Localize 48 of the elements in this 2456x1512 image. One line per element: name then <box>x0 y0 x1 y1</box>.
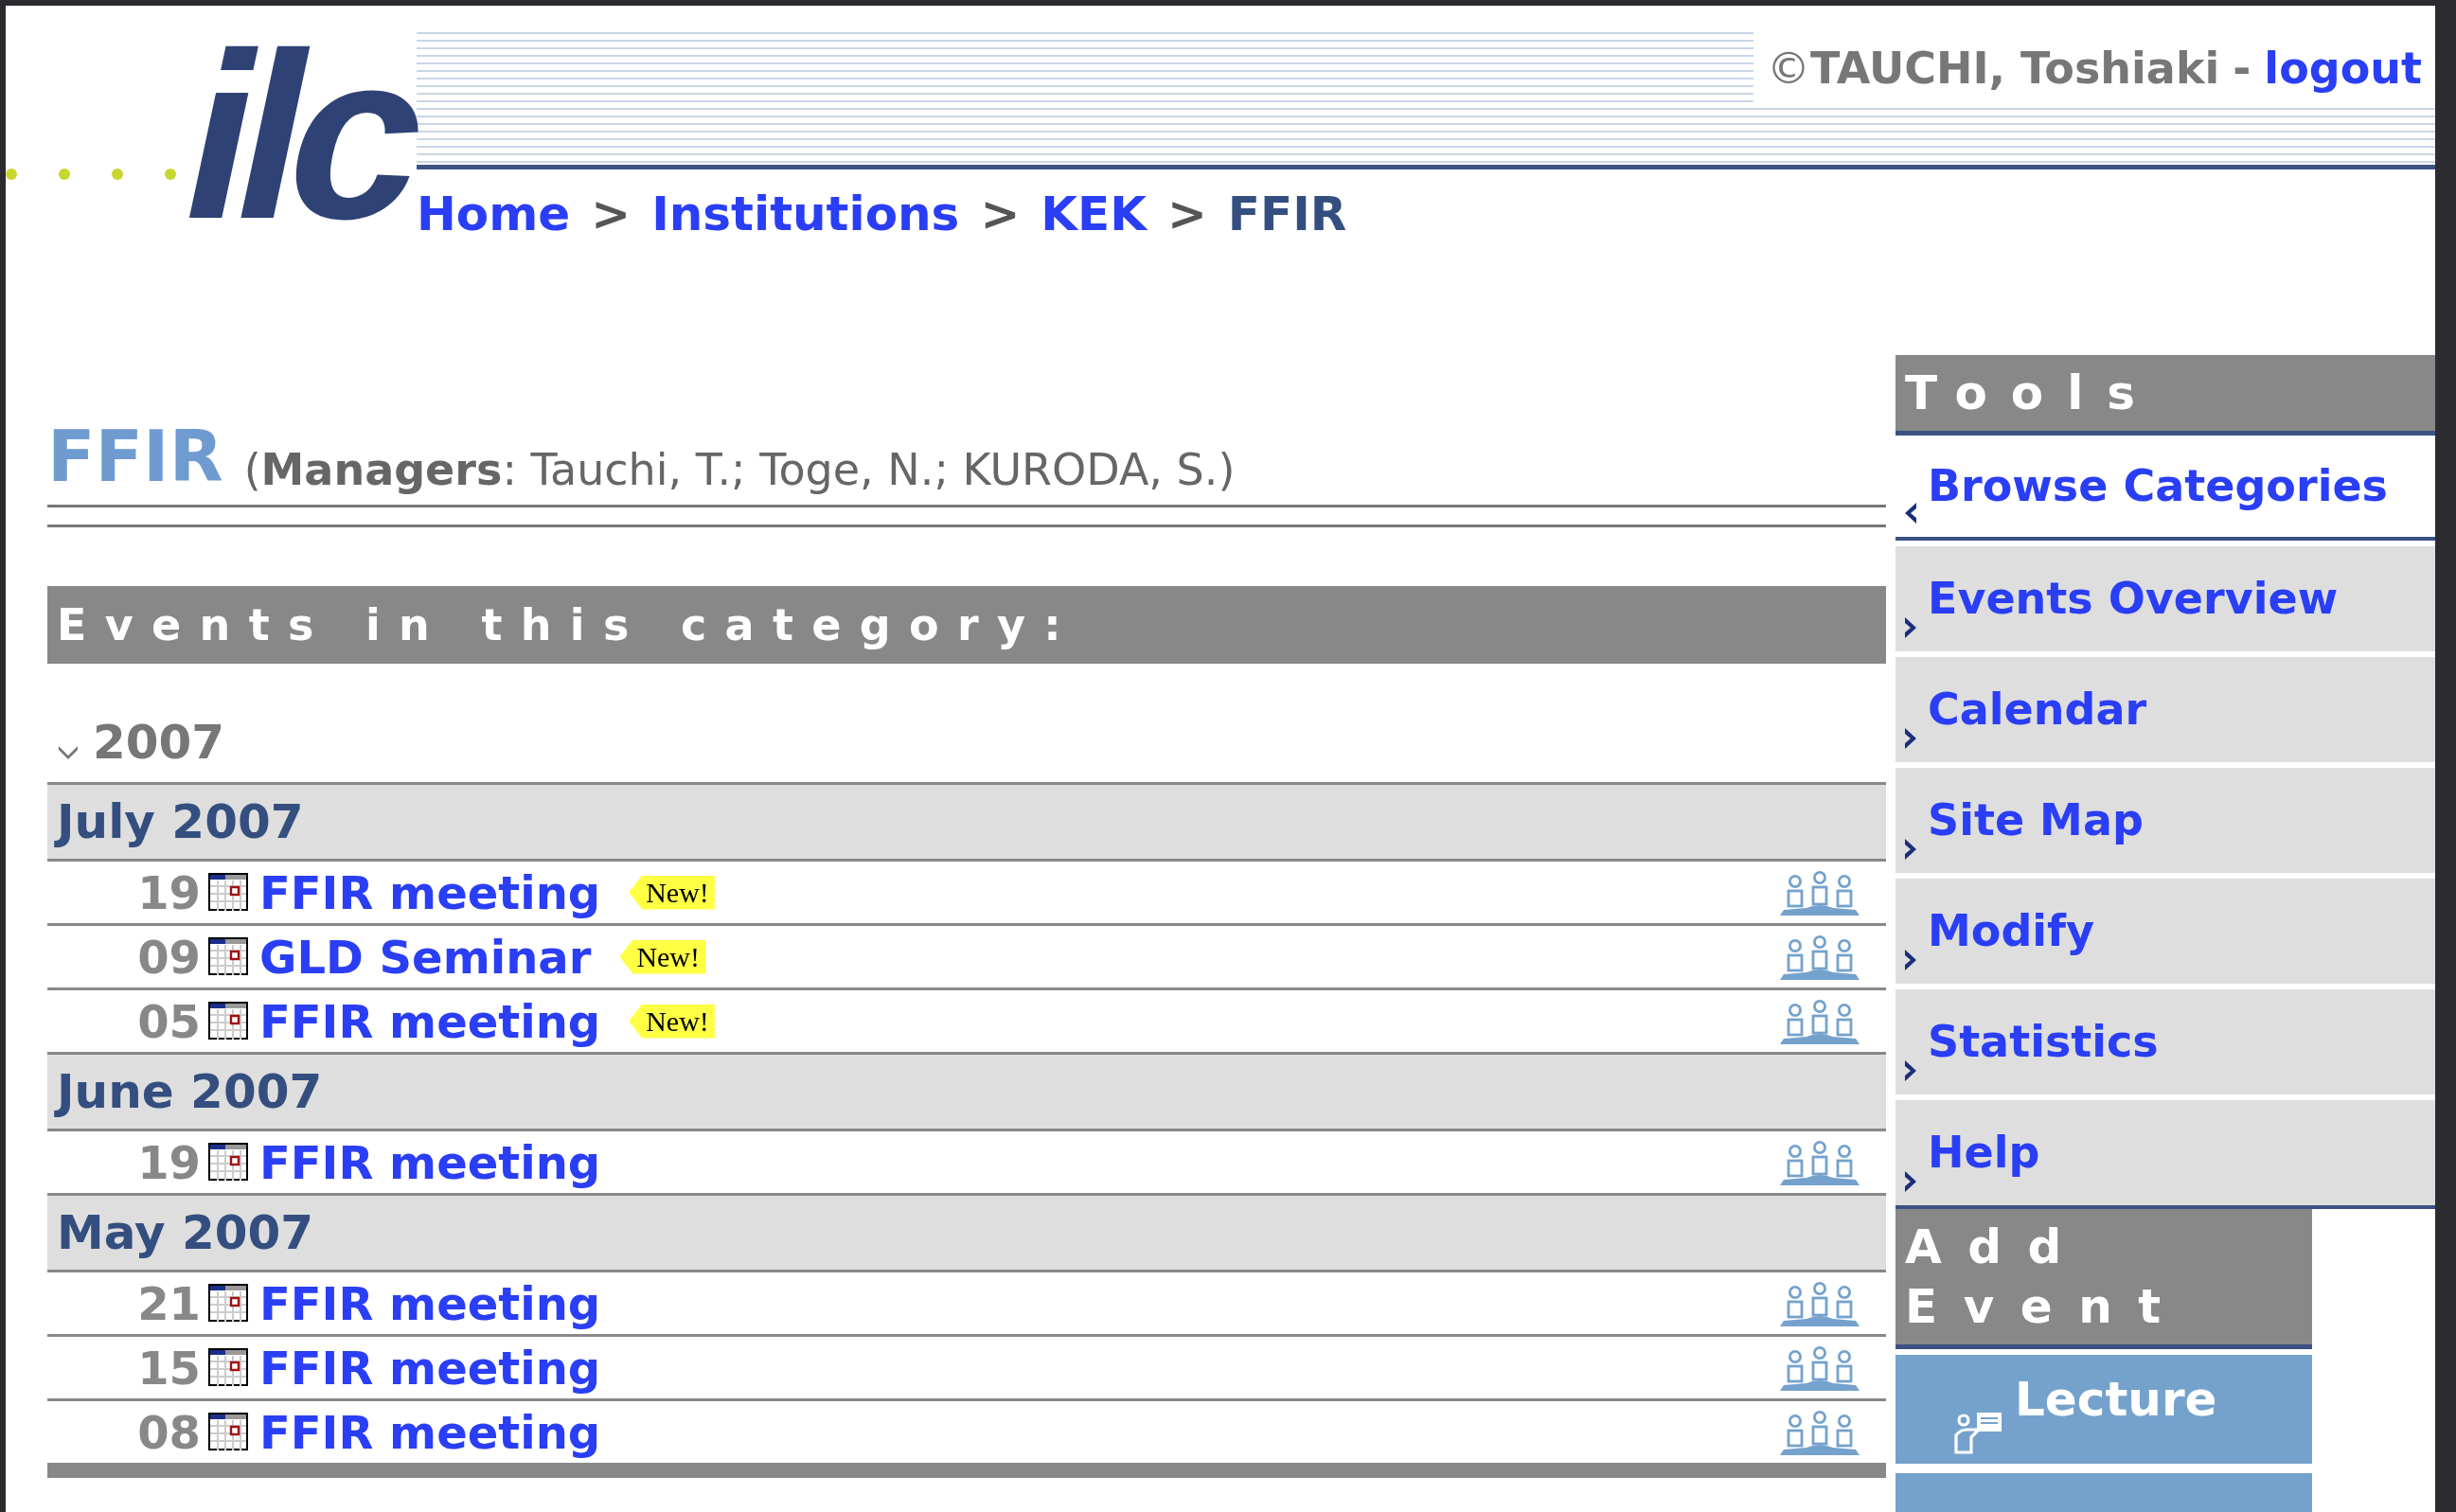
people-group-icon <box>1780 1280 1860 1326</box>
people-group-icon <box>1780 934 1860 980</box>
breadcrumb-separator: > <box>591 186 632 243</box>
tools-menu-item[interactable]: Modify <box>1895 879 2435 984</box>
left-arrow-icon <box>1903 503 1918 524</box>
people-group-icon <box>1780 1409 1860 1455</box>
calendar-icon <box>208 872 250 913</box>
right-arrow-icon <box>1903 617 1918 638</box>
month-header: June 2007 <box>47 1052 1886 1129</box>
tools-menu-item[interactable]: Site Map <box>1895 768 2435 873</box>
calendar-icon <box>208 1283 250 1324</box>
tools-menu-item[interactable]: Calendar <box>1895 657 2435 762</box>
separator: - <box>2233 41 2251 96</box>
new-badge: New! <box>629 875 715 910</box>
user-name: ©TAUCHI, Toshiaki <box>1766 41 2220 96</box>
breadcrumb-separator: > <box>1166 186 1207 243</box>
month-header: May 2007 <box>47 1193 1886 1270</box>
breadcrumb-link[interactable]: KEK <box>1041 179 1147 250</box>
tools-menu-item[interactable]: Help <box>1895 1100 2435 1205</box>
breadcrumb-separator: > <box>980 186 1021 243</box>
calendar-icon <box>208 1001 250 1041</box>
add-event-heading: Add Event <box>1895 1209 2312 1349</box>
breadcrumb-link[interactable]: Institutions <box>651 179 960 250</box>
right-arrow-icon <box>1903 1060 1918 1081</box>
new-badge: New! <box>629 1004 715 1039</box>
people-group-icon <box>1780 998 1860 1044</box>
calendar-icon <box>208 1347 250 1388</box>
right-arrow-icon <box>1903 950 1918 970</box>
year-label: 2007 <box>93 714 225 772</box>
logout-link[interactable]: logout <box>2264 35 2422 101</box>
people-group-icon <box>1780 1344 1860 1391</box>
tools-heading: Tools <box>1895 355 2435 436</box>
calendar-icon <box>208 1142 250 1183</box>
category-title: FFIR <box>47 421 223 491</box>
tools-menu-item[interactable]: Events Overview <box>1895 546 2435 651</box>
breadcrumb-current: FFIR <box>1227 186 1347 243</box>
right-arrow-icon <box>1903 1171 1918 1192</box>
tools-menu-item[interactable]: Statistics <box>1895 989 2435 1094</box>
people-group-icon <box>1780 869 1860 916</box>
new-badge: New! <box>619 939 705 974</box>
calendar-icon <box>208 1412 250 1452</box>
section-heading: Events in this category: <box>47 586 1886 664</box>
breadcrumb-link[interactable]: Home <box>417 179 571 250</box>
people-group-icon <box>1780 1139 1860 1185</box>
month-header: July 2007 <box>47 782 1886 859</box>
right-arrow-icon <box>1903 839 1918 860</box>
calendar-icon <box>208 936 250 977</box>
right-arrow-icon <box>1903 728 1918 749</box>
